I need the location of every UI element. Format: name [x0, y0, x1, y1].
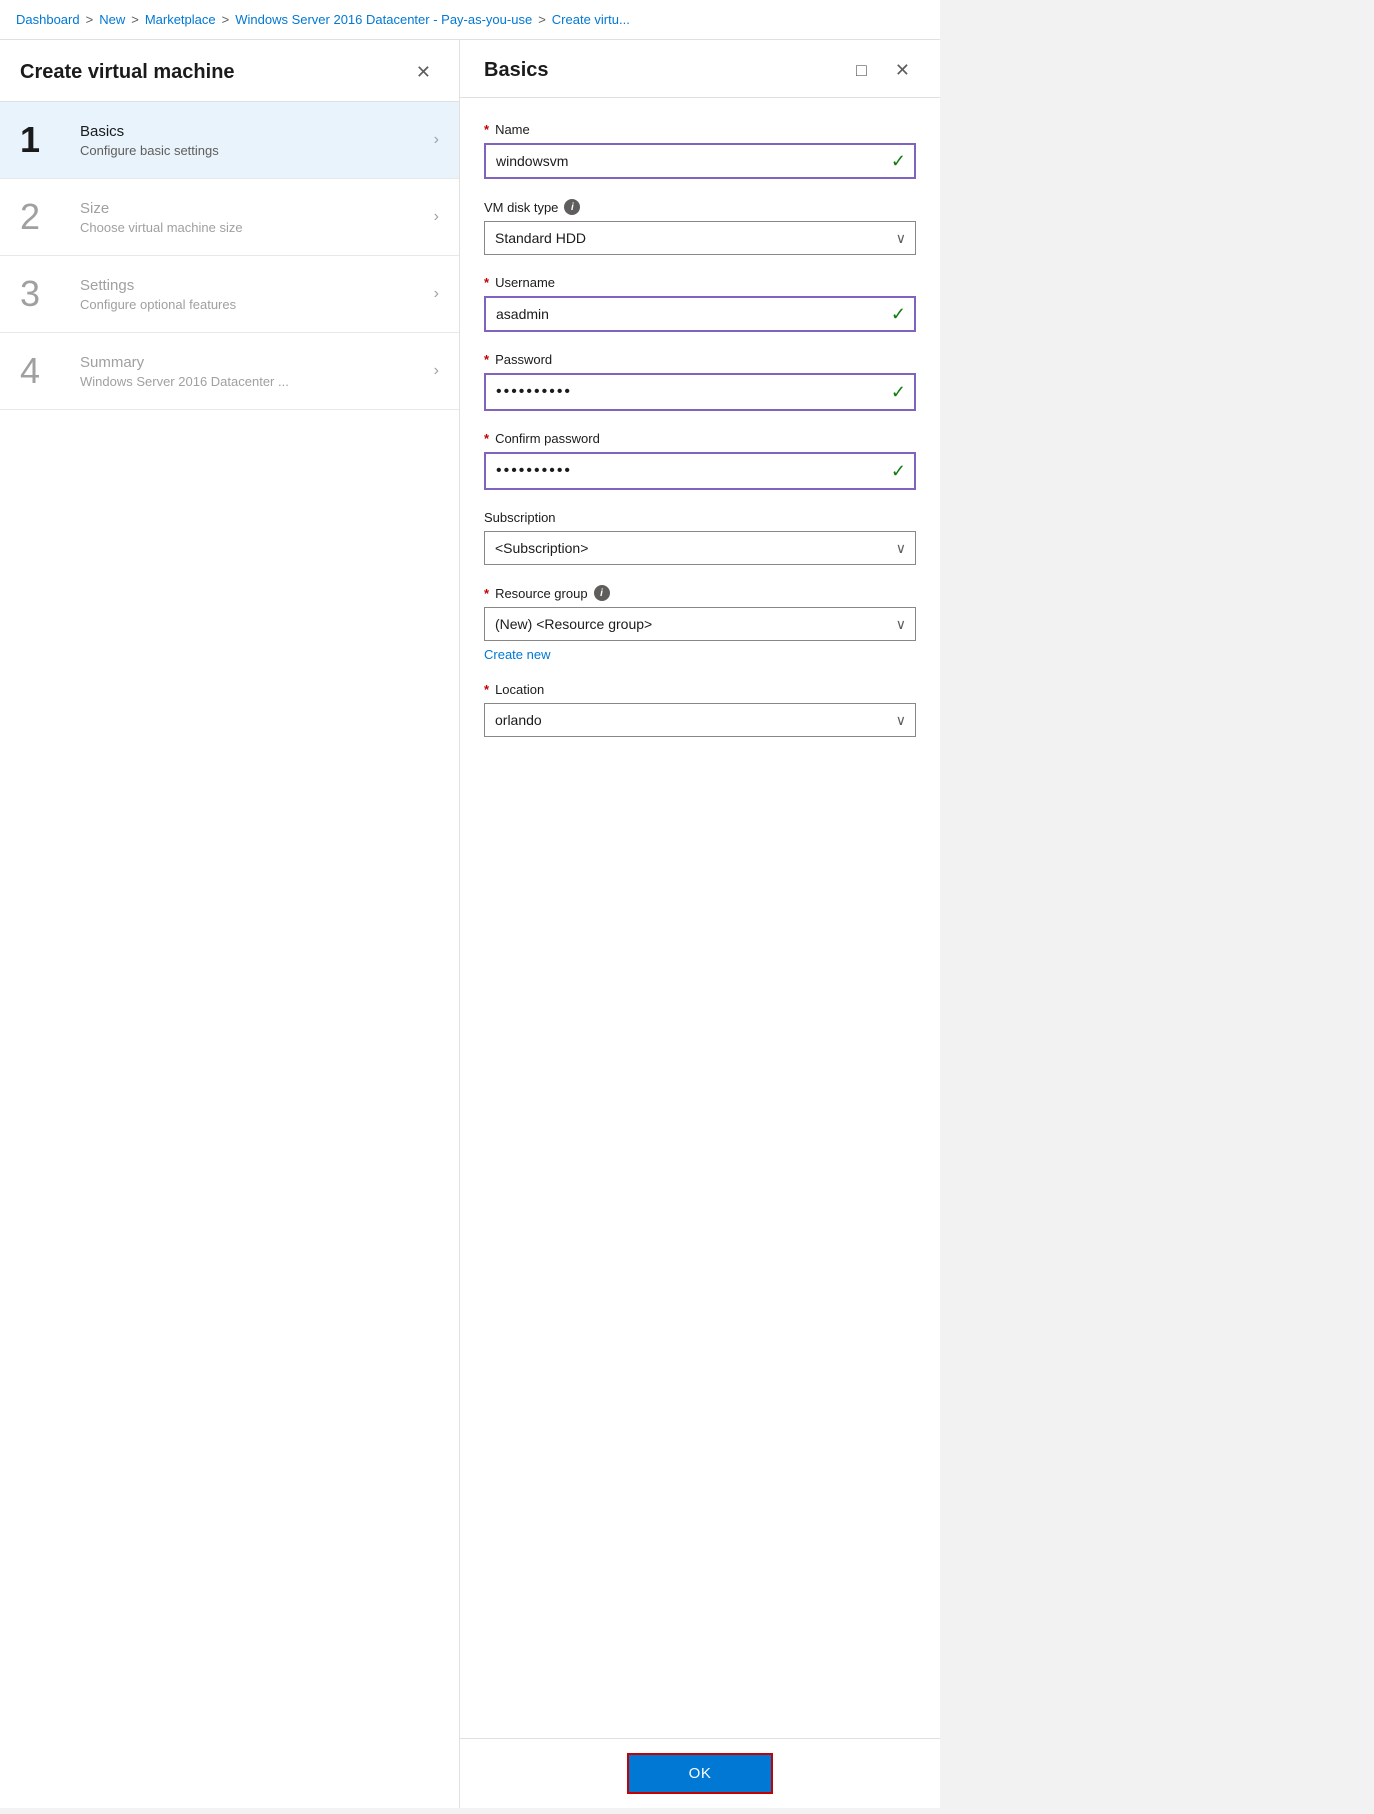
step-number-4: 4: [20, 353, 70, 389]
breadcrumb: Dashboard > New > Marketplace > Windows …: [0, 0, 940, 40]
resource-group-info-icon: i: [594, 585, 610, 601]
breadcrumb-sep-1: >: [86, 12, 94, 27]
name-label-text: Name: [495, 122, 530, 137]
breadcrumb-product[interactable]: Windows Server 2016 Datacenter - Pay-as-…: [235, 12, 532, 27]
step-chevron-4: ›: [434, 362, 439, 380]
username-input[interactable]: [484, 296, 916, 332]
name-input[interactable]: [484, 143, 916, 179]
location-field-group: * Location orlando eastus westus ∨: [484, 682, 916, 737]
name-label: * Name: [484, 122, 916, 137]
name-field-group: * Name ✓: [484, 122, 916, 179]
step-item-settings[interactable]: 3 Settings Configure optional features ›: [0, 256, 459, 333]
left-panel-title: Create virtual machine: [20, 61, 235, 84]
step-chevron-1: ›: [434, 131, 439, 149]
location-select-wrapper: orlando eastus westus ∨: [484, 703, 916, 737]
username-field-group: * Username ✓: [484, 275, 916, 332]
step-title-basics: Basics: [80, 123, 424, 140]
step-number-2: 2: [20, 199, 70, 235]
steps-list: 1 Basics Configure basic settings › 2 Si…: [0, 102, 459, 1808]
step-info-2: Size Choose virtual machine size: [80, 200, 424, 235]
confirm-password-required-star: *: [484, 431, 489, 446]
right-panel-close-button[interactable]: ✕: [889, 58, 916, 83]
resource-group-field-group: * Resource group i (New) <Resource group…: [484, 585, 916, 662]
step-number-1: 1: [20, 122, 70, 158]
right-panel-title: Basics: [484, 59, 549, 82]
username-label: * Username: [484, 275, 916, 290]
main-container: Create virtual machine ✕ 1 Basics Config…: [0, 40, 940, 1808]
confirm-password-input[interactable]: [484, 452, 916, 490]
right-panel-actions: □ ✕: [850, 58, 916, 83]
bottom-bar: OK: [460, 1738, 940, 1808]
step-item-summary[interactable]: 4 Summary Windows Server 2016 Datacenter…: [0, 333, 459, 410]
step-number-3: 3: [20, 276, 70, 312]
confirm-password-label-text: Confirm password: [495, 431, 600, 446]
password-field-group: * Password ✓: [484, 352, 916, 411]
breadcrumb-new[interactable]: New: [99, 12, 125, 27]
name-required-star: *: [484, 122, 489, 137]
step-title-settings: Settings: [80, 277, 424, 294]
resource-group-label: * Resource group i: [484, 585, 916, 601]
resource-group-label-text: Resource group: [495, 586, 588, 601]
resource-group-required-star: *: [484, 586, 489, 601]
confirm-password-input-wrapper: ✓: [484, 452, 916, 490]
step-item-size[interactable]: 2 Size Choose virtual machine size ›: [0, 179, 459, 256]
name-input-wrapper: ✓: [484, 143, 916, 179]
breadcrumb-current: Create virtu...: [552, 12, 630, 27]
step-title-summary: Summary: [80, 354, 424, 371]
step-chevron-3: ›: [434, 285, 439, 303]
step-desc-settings: Configure optional features: [80, 297, 424, 312]
right-panel: Basics □ ✕ * Name ✓ VM dis: [460, 40, 940, 1808]
confirm-password-field-group: * Confirm password ✓: [484, 431, 916, 490]
ok-button[interactable]: OK: [627, 1753, 774, 1794]
breadcrumb-sep-4: >: [538, 12, 546, 27]
location-label: * Location: [484, 682, 916, 697]
resource-group-select-wrapper: (New) <Resource group> ∨: [484, 607, 916, 641]
vm-disk-type-info-icon: i: [564, 199, 580, 215]
right-panel-header: Basics □ ✕: [460, 40, 940, 98]
subscription-select-wrapper: <Subscription> ∨: [484, 531, 916, 565]
step-info-1: Basics Configure basic settings: [80, 123, 424, 158]
location-required-star: *: [484, 682, 489, 697]
username-label-text: Username: [495, 275, 555, 290]
subscription-field-group: Subscription <Subscription> ∨: [484, 510, 916, 565]
vm-disk-type-label-text: VM disk type: [484, 200, 558, 215]
create-new-link[interactable]: Create new: [484, 647, 550, 662]
resource-group-select[interactable]: (New) <Resource group>: [484, 607, 916, 641]
maximize-button[interactable]: □: [850, 58, 873, 83]
form-area: * Name ✓ VM disk type i Standard HDD P: [460, 98, 940, 1738]
step-title-size: Size: [80, 200, 424, 217]
left-panel-close-button[interactable]: ✕: [408, 58, 439, 87]
subscription-label: Subscription: [484, 510, 916, 525]
password-required-star: *: [484, 352, 489, 367]
vm-disk-type-select-wrapper: Standard HDD Premium SSD Standard SSD ∨: [484, 221, 916, 255]
breadcrumb-sep-2: >: [131, 12, 139, 27]
left-panel: Create virtual machine ✕ 1 Basics Config…: [0, 40, 460, 1808]
username-required-star: *: [484, 275, 489, 290]
vm-disk-type-group: VM disk type i Standard HDD Premium SSD …: [484, 199, 916, 255]
location-label-text: Location: [495, 682, 544, 697]
password-input[interactable]: [484, 373, 916, 411]
subscription-select[interactable]: <Subscription>: [484, 531, 916, 565]
password-input-wrapper: ✓: [484, 373, 916, 411]
vm-disk-type-select[interactable]: Standard HDD Premium SSD Standard SSD: [484, 221, 916, 255]
step-desc-summary: Windows Server 2016 Datacenter ...: [80, 374, 424, 389]
left-panel-header: Create virtual machine ✕: [0, 40, 459, 102]
password-label: * Password: [484, 352, 916, 367]
step-chevron-2: ›: [434, 208, 439, 226]
step-desc-basics: Configure basic settings: [80, 143, 424, 158]
username-input-wrapper: ✓: [484, 296, 916, 332]
step-item-basics[interactable]: 1 Basics Configure basic settings ›: [0, 102, 459, 179]
location-select[interactable]: orlando eastus westus: [484, 703, 916, 737]
breadcrumb-sep-3: >: [222, 12, 230, 27]
step-info-3: Settings Configure optional features: [80, 277, 424, 312]
step-info-4: Summary Windows Server 2016 Datacenter .…: [80, 354, 424, 389]
breadcrumb-marketplace[interactable]: Marketplace: [145, 12, 216, 27]
step-desc-size: Choose virtual machine size: [80, 220, 424, 235]
password-label-text: Password: [495, 352, 552, 367]
vm-disk-type-label: VM disk type i: [484, 199, 916, 215]
confirm-password-label: * Confirm password: [484, 431, 916, 446]
subscription-label-text: Subscription: [484, 510, 556, 525]
breadcrumb-dashboard[interactable]: Dashboard: [16, 12, 80, 27]
